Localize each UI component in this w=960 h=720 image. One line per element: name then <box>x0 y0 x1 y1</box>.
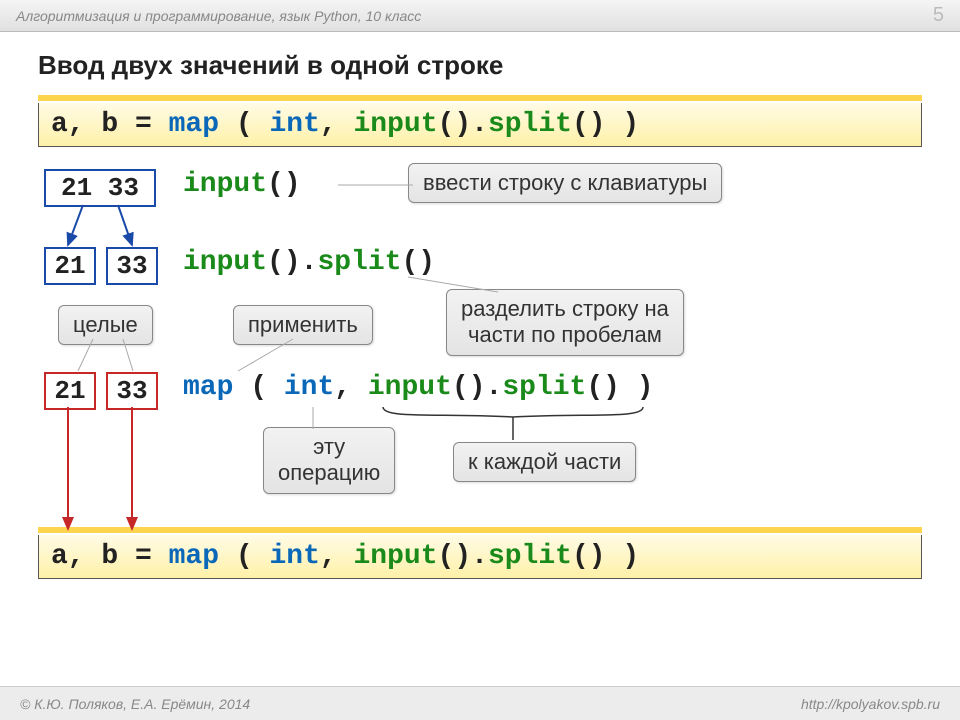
map-box-2: 33 <box>106 372 158 410</box>
callout-apply: применить <box>233 305 373 345</box>
slide-title: Ввод двух значений в одной строке <box>38 50 922 81</box>
code-row3: map ( int, input().split() ) <box>183 372 654 403</box>
callout-op: эту операцию <box>263 427 395 494</box>
callout-each: к каждой части <box>453 442 636 482</box>
yellow-line-1 <box>38 95 922 101</box>
split-box-1: 21 <box>44 247 96 285</box>
callout-split-desc: разделить строку на части по пробелам <box>446 289 684 356</box>
footer: © К.Ю. Поляков, Е.А. Ерёмин, 2014 http:/… <box>0 686 960 720</box>
footer-left: © К.Ю. Поляков, Е.А. Ерёмин, 2014 <box>20 696 250 712</box>
callout-input: ввести строку с клавиатуры <box>408 163 722 203</box>
code-row2: input().split() <box>183 247 435 278</box>
header: Алгоритмизация и программирование, язык … <box>0 0 960 32</box>
header-title: Алгоритмизация и программирование, язык … <box>16 8 421 24</box>
code-row1: input() <box>183 169 301 200</box>
code-bar-bottom: a, b = map ( int, input().split() ) <box>38 535 922 579</box>
footer-right: http://kpolyakov.spb.ru <box>801 696 940 712</box>
page-number: 5 <box>933 4 944 27</box>
split-box-2: 33 <box>106 247 158 285</box>
map-box-1: 21 <box>44 372 96 410</box>
callout-integers: целые <box>58 305 153 345</box>
code-bar-top: a, b = map ( int, input().split() ) <box>38 103 922 147</box>
input-box-1: 21 33 <box>44 169 156 207</box>
yellow-line-2 <box>38 527 922 533</box>
